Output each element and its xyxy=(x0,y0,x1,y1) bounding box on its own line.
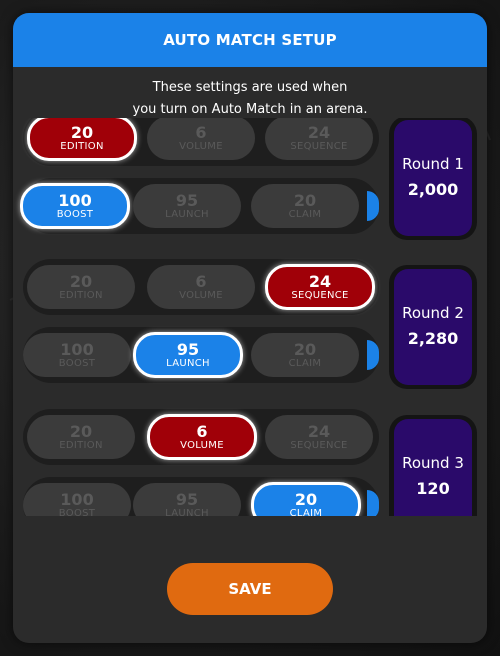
option-volume[interactable]: 6 VOLUME xyxy=(147,414,257,460)
option-value: 100 xyxy=(58,190,92,210)
modal-subtitle: These settings are used when you turn on… xyxy=(13,77,487,121)
option-boost[interactable]: 100 BOOST xyxy=(23,333,131,377)
option-label: LAUNCH xyxy=(165,208,209,220)
option-row: 100 BOOST 95 LAUNCH 20 CLAIM xyxy=(20,178,379,234)
option-value: 20 xyxy=(293,339,317,359)
option-launch[interactable]: 95 LAUNCH xyxy=(133,184,241,228)
option-value: 95 xyxy=(176,339,200,359)
option-label: CLAIM xyxy=(289,507,323,517)
round-card-inner: Round 3 120 xyxy=(394,419,472,516)
round-name: Round 3 xyxy=(402,454,464,472)
option-value: 20 xyxy=(70,122,94,142)
option-volume[interactable]: 6 VOLUME xyxy=(147,118,255,160)
option-label: LAUNCH xyxy=(166,357,210,369)
round-name: Round 2 xyxy=(402,304,464,322)
option-volume[interactable]: 6 VOLUME xyxy=(147,265,255,309)
scroll-more-indicator[interactable] xyxy=(367,340,379,370)
option-label: SEQUENCE xyxy=(291,289,349,301)
option-row: 20 EDITION 6 VOLUME 24 SEQUENCE xyxy=(23,259,379,315)
round-score: 2,000 xyxy=(407,180,459,199)
subtitle-line-1: These settings are used when xyxy=(152,80,348,95)
option-label: SEQUENCE xyxy=(290,439,348,451)
option-sequence[interactable]: 24 SEQUENCE xyxy=(265,415,373,459)
option-label: BOOST xyxy=(56,208,94,220)
option-row: 100 BOOST 95 LAUNCH 20 CLAIM xyxy=(23,327,379,383)
option-label: VOLUME xyxy=(179,289,223,301)
round-card-1[interactable]: Round 1 2,000 xyxy=(389,118,477,240)
option-boost[interactable]: 100 BOOST xyxy=(20,183,130,229)
option-label: VOLUME xyxy=(180,439,224,451)
option-row: 20 EDITION 6 VOLUME 24 SEQUENCE xyxy=(23,118,379,166)
rounds-scroll-list[interactable]: 20 EDITION 6 VOLUME 24 SEQUENCE 100 BOOS… xyxy=(13,118,487,516)
option-claim[interactable]: 20 CLAIM xyxy=(251,333,359,377)
round-name: Round 1 xyxy=(402,155,464,173)
option-value: 20 xyxy=(69,421,93,441)
option-label: SEQUENCE xyxy=(290,140,348,152)
option-sequence[interactable]: 24 SEQUENCE xyxy=(265,118,373,160)
option-value: 24 xyxy=(308,271,332,291)
option-row: 100 BOOST 95 LAUNCH 20 CLAIM xyxy=(23,477,379,516)
scroll-more-indicator[interactable] xyxy=(367,490,379,516)
option-edition[interactable]: 20 EDITION xyxy=(27,265,135,309)
option-value: 100 xyxy=(60,339,94,359)
round-score: 120 xyxy=(416,479,450,498)
save-button[interactable]: SAVE xyxy=(167,563,333,615)
option-value: 24 xyxy=(307,421,331,441)
round-score: 2,280 xyxy=(407,329,459,348)
option-value: 24 xyxy=(307,122,331,142)
option-label: CLAIM xyxy=(288,208,322,220)
option-sequence[interactable]: 24 SEQUENCE xyxy=(265,264,375,310)
option-value: 20 xyxy=(293,190,317,210)
option-value: 6 xyxy=(195,122,207,142)
round-block-3: 20 EDITION 6 VOLUME 24 SEQUENCE 100 BOOS… xyxy=(13,409,487,516)
option-claim[interactable]: 20 CLAIM xyxy=(251,482,361,516)
round-card-inner: Round 2 2,280 xyxy=(394,269,472,385)
option-row: 20 EDITION 6 VOLUME 24 SEQUENCE xyxy=(23,409,379,465)
option-value: 95 xyxy=(175,489,199,509)
option-edition[interactable]: 20 EDITION xyxy=(27,118,137,161)
round-card-2[interactable]: Round 2 2,280 xyxy=(389,265,477,389)
option-launch[interactable]: 95 LAUNCH xyxy=(133,483,241,516)
round-block-2: 20 EDITION 6 VOLUME 24 SEQUENCE 100 BOOS… xyxy=(13,259,487,395)
option-label: EDITION xyxy=(60,140,104,152)
option-label: EDITION xyxy=(59,289,103,301)
option-value: 100 xyxy=(60,489,94,509)
option-boost[interactable]: 100 BOOST xyxy=(23,483,131,516)
option-launch[interactable]: 95 LAUNCH xyxy=(133,332,243,378)
auto-match-setup-modal: AUTO MATCH SETUP These settings are used… xyxy=(13,13,487,643)
save-button-label: SAVE xyxy=(228,580,272,598)
option-claim[interactable]: 20 CLAIM xyxy=(251,184,359,228)
option-label: LAUNCH xyxy=(165,507,209,517)
round-card-inner: Round 1 2,000 xyxy=(394,120,472,236)
option-label: BOOST xyxy=(58,357,96,369)
option-label: CLAIM xyxy=(288,357,322,369)
option-label: EDITION xyxy=(59,439,103,451)
round-block-1: 20 EDITION 6 VOLUME 24 SEQUENCE 100 BOOS… xyxy=(13,118,487,246)
scroll-more-indicator[interactable] xyxy=(367,191,379,221)
modal-header: AUTO MATCH SETUP xyxy=(13,13,487,67)
option-label: VOLUME xyxy=(179,140,223,152)
option-value: 20 xyxy=(294,489,318,509)
option-value: 95 xyxy=(175,190,199,210)
option-edition[interactable]: 20 EDITION xyxy=(27,415,135,459)
option-label: BOOST xyxy=(58,507,96,517)
option-value: 6 xyxy=(195,271,207,291)
round-card-3[interactable]: Round 3 120 xyxy=(389,415,477,516)
option-value: 20 xyxy=(69,271,93,291)
modal-title: AUTO MATCH SETUP xyxy=(163,31,337,49)
option-value: 6 xyxy=(196,421,208,441)
